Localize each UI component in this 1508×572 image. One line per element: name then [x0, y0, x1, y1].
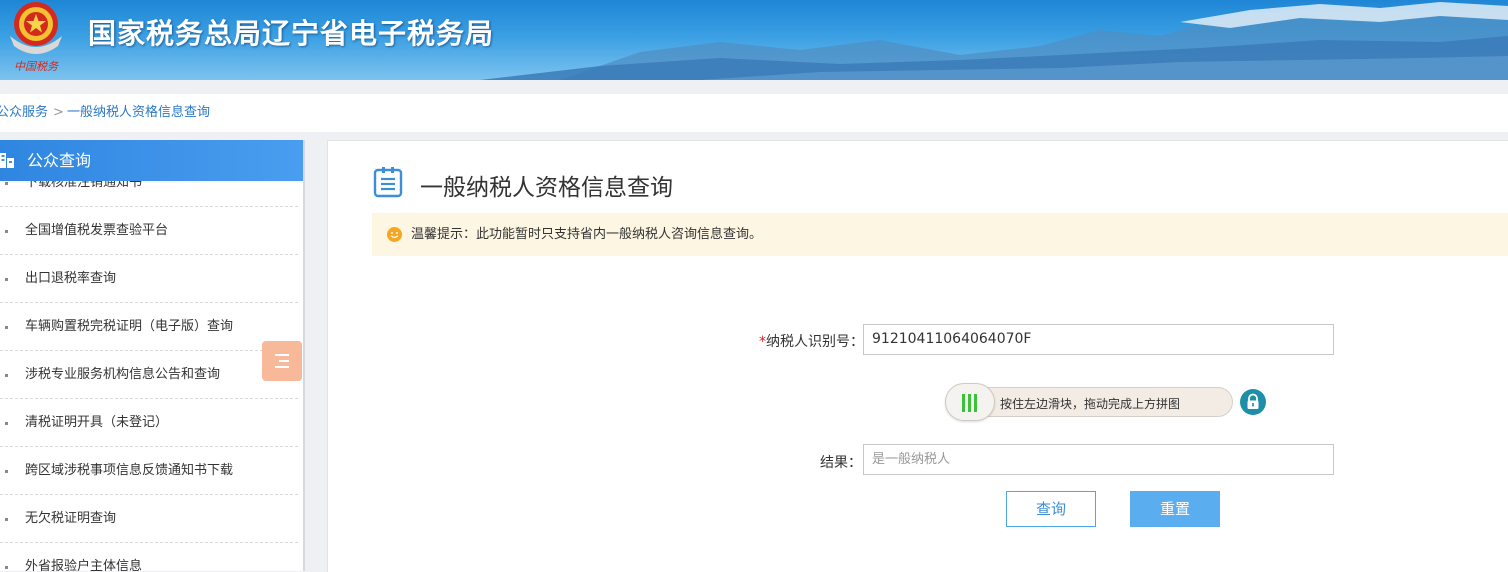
bullet: [5, 518, 8, 521]
sidebar-item-label: 涉税专业服务机构信息公告和查询: [25, 367, 221, 382]
sidebar-title: 公众查询: [27, 151, 92, 170]
sidebar-item-label: 无欠税证明查询: [25, 511, 117, 526]
taxpayer-id-label-text: 纳税人识别号：: [766, 334, 864, 350]
float-menu-button[interactable]: [262, 341, 302, 381]
bullet: [5, 470, 8, 473]
sidebar-item-tax-clearance[interactable]: 清税证明开具（未登记）: [0, 399, 298, 447]
document-icon: [373, 167, 403, 198]
sidebar-header[interactable]: 公众查询: [0, 140, 305, 181]
menu-icon: [275, 354, 289, 356]
sidebar-item-label: 清税证明开具（未登记）: [25, 415, 169, 430]
sidebar-item-cancellation-notice[interactable]: 下载核准注销通知书: [0, 181, 298, 207]
smile-icon: [387, 227, 402, 242]
sidebar: 公众查询 下载核准注销通知书 全国增值税发票查验平台 出口退税率查询 车辆购置税…: [0, 140, 305, 571]
bullet: [5, 182, 8, 185]
header-gap: [0, 80, 1508, 94]
taxpayer-id-input[interactable]: 91210411064064070F: [863, 324, 1334, 355]
sidebar-list: 下载核准注销通知书 全国增值税发票查验平台 出口退税率查询 车辆购置税完税证明（…: [0, 181, 305, 571]
menu-icon-line: [275, 366, 289, 368]
emblem-icon: 中国税务: [10, 2, 62, 73]
notice-text: 温馨提示：此功能暂时只支持省内一般纳税人咨询信息查询。: [411, 227, 763, 242]
menu-icon-line: [279, 360, 289, 362]
required-mark: *: [759, 334, 766, 350]
notice-banner: 温馨提示：此功能暂时只支持省内一般纳税人咨询信息查询。: [372, 213, 1508, 256]
bullet: [5, 566, 8, 569]
sidebar-item-invoice-check[interactable]: 全国增值税发票查验平台: [0, 207, 298, 255]
grip-bar: [974, 394, 977, 412]
sidebar-scrollbar[interactable]: [303, 140, 305, 571]
lock-icon: [1240, 389, 1266, 415]
sidebar-item-label: 外省报验户主体信息: [25, 559, 143, 571]
sidebar-item-out-province-entity[interactable]: 外省报验户主体信息: [0, 543, 298, 571]
result-label: 结果：: [820, 455, 862, 471]
bullet: [5, 278, 8, 281]
main-panel: [327, 140, 1508, 572]
breadcrumb: 公众服务 > 一般纳税人资格信息查询: [0, 94, 1508, 132]
captcha-slider-hint: 按住左边滑块，拖动完成上方拼图: [1000, 397, 1181, 411]
bullet: [5, 374, 8, 377]
grip-bar: [962, 394, 965, 412]
query-button[interactable]: 查询: [1006, 491, 1096, 527]
sidebar-item-label: 出口退税率查询: [25, 271, 117, 286]
sidebar-item-vehicle-tax-cert[interactable]: 车辆购置税完税证明（电子版）查询: [0, 303, 298, 351]
sidebar-item-label: 下载核准注销通知书: [25, 181, 143, 190]
breadcrumb-current[interactable]: 一般纳税人资格信息查询: [67, 94, 210, 132]
sidebar-item-tax-agency-info[interactable]: 涉税专业服务机构信息公告和查询: [0, 351, 298, 399]
grip-bar: [968, 394, 971, 412]
captcha-slider-handle[interactable]: [945, 383, 995, 421]
site-title: 国家税务总局辽宁省电子税务局: [88, 17, 495, 50]
reset-button[interactable]: 重置: [1130, 491, 1220, 527]
svg-text:中国税务: 中国税务: [14, 60, 59, 73]
sidebar-item-label: 全国增值税发票查验平台: [25, 223, 169, 238]
sidebar-item-label: 车辆购置税完税证明（电子版）查询: [25, 319, 234, 334]
bullet: [5, 230, 8, 233]
breadcrumb-public-service[interactable]: 公众服务: [0, 94, 48, 132]
sidebar-item-no-arrears-cert[interactable]: 无欠税证明查询: [0, 495, 298, 543]
taxpayer-id-label: *纳税人识别号：: [759, 331, 864, 351]
bullet: [5, 422, 8, 425]
sidebar-item-export-rebate-rate[interactable]: 出口退税率查询: [0, 255, 298, 303]
sidebar-item-cross-region-notice[interactable]: 跨区域涉税事项信息反馈通知书下载: [0, 447, 298, 495]
result-field[interactable]: 是一般纳税人: [863, 444, 1334, 475]
header-banner: 中国税务 国家税务总局辽宁省电子税务局: [0, 0, 1508, 80]
sidebar-item-label: 跨区域涉税事项信息反馈通知书下载: [25, 463, 234, 478]
page-title: 一般纳税人资格信息查询: [420, 175, 673, 201]
breadcrumb-separator: >: [53, 105, 64, 120]
building-icon: [0, 153, 14, 168]
bullet: [5, 326, 8, 329]
